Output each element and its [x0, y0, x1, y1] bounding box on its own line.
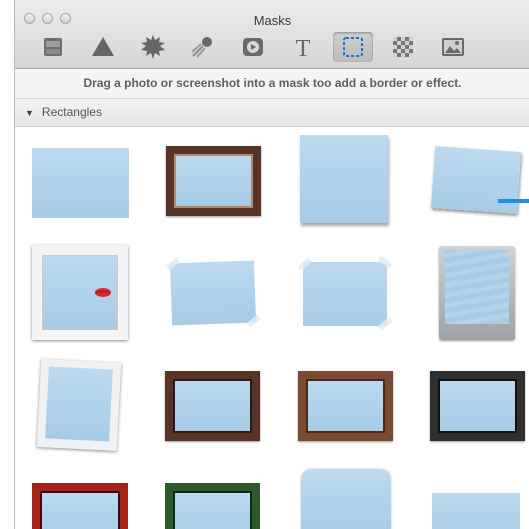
drag-hint: Drag a photo or screenshot into a mask t…: [15, 69, 529, 99]
mask-preview: [169, 260, 257, 326]
starburst-icon: [141, 35, 165, 59]
mask-item-plain[interactable]: [32, 146, 130, 221]
mask-item-white-frame-tilt[interactable]: [36, 358, 127, 454]
mask-preview: [45, 366, 113, 442]
lipstick-kiss-icon: [94, 288, 112, 297]
mask-preview: [40, 491, 120, 529]
mask-preview: [301, 470, 391, 529]
picture-icon: [442, 38, 464, 56]
selection-indicator: [498, 199, 529, 203]
comet-icon: [191, 37, 212, 58]
media-tool-button[interactable]: [233, 32, 273, 62]
mask-item-black-frame[interactable]: [430, 371, 526, 443]
text-T-icon: T: [296, 36, 311, 60]
image-tool-button[interactable]: [433, 32, 473, 62]
mask-item-green-frame[interactable]: [165, 483, 261, 529]
title-bar: Masks T: [15, 0, 529, 69]
play-button-icon: [243, 38, 263, 56]
text-tool-button[interactable]: T: [283, 32, 323, 62]
masks-window: Masks T Drag a photo or screenshot into …: [14, 0, 529, 529]
window-title: Masks: [253, 13, 292, 28]
texture-tool-button[interactable]: [383, 32, 423, 62]
mask-item-paper-shadow[interactable]: [300, 135, 392, 229]
section-header-rectangles[interactable]: ▼ Rectangles: [15, 99, 529, 127]
disclosure-triangle-icon[interactable]: ▼: [25, 100, 34, 127]
mask-item-rounded-card[interactable]: [301, 470, 393, 529]
toolbar: T: [33, 32, 473, 62]
mask-item-wood-frame-brown[interactable]: [165, 371, 261, 443]
mask-preview: [432, 493, 520, 529]
mask-item-plain-bottom[interactable]: [432, 493, 524, 529]
mask-item-taped-tilt[interactable]: [165, 257, 262, 332]
mask-grid: [15, 127, 529, 529]
mask-preview: [430, 146, 522, 214]
mask-preview: [438, 379, 517, 433]
dashed-rectangle-icon: [343, 37, 363, 57]
mask-item-red-frame[interactable]: [32, 483, 130, 529]
mask-preview: [300, 135, 388, 223]
mask-item-tilted-paper[interactable]: [430, 145, 523, 225]
mask-preview: [174, 154, 253, 208]
mask-item-white-frame-lipstick[interactable]: [32, 245, 130, 343]
mask-preview: [306, 379, 385, 433]
mask-preview: [445, 250, 509, 324]
shape-tool-button[interactable]: [83, 32, 123, 62]
mask-preview: [303, 262, 387, 326]
layered-rectangle-icon: [44, 38, 62, 56]
badge-tool-button[interactable]: [133, 32, 173, 62]
mask-preview: [32, 148, 129, 218]
svg-text:T: T: [296, 36, 311, 60]
mask-tool-button[interactable]: [333, 32, 373, 62]
mask-preview: [173, 491, 252, 529]
checkerboard-icon: [393, 37, 413, 57]
mask-item-metal-wave[interactable]: [439, 246, 517, 342]
section-label: Rectangles: [41, 105, 102, 119]
shadow-tool-button[interactable]: [33, 32, 73, 62]
mask-item-wood-frame-dark[interactable]: [166, 146, 261, 218]
mask-item-wood-frame-light[interactable]: [298, 371, 394, 443]
mask-preview: [173, 379, 252, 433]
mask-item-taped-straight[interactable]: [297, 255, 393, 331]
effect-tool-button[interactable]: [183, 32, 223, 62]
triangle-icon: [92, 37, 114, 56]
